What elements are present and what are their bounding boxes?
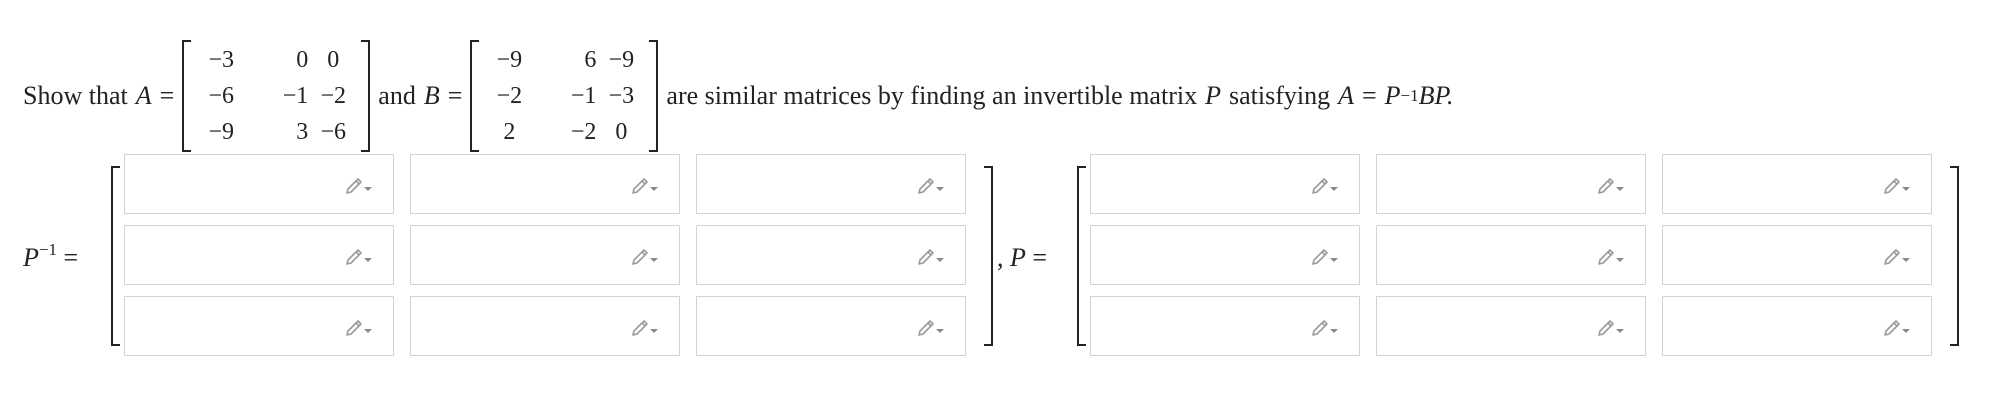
p-equals: = [1032, 243, 1048, 272]
pinv-exponent: −1 [38, 240, 57, 259]
pencil-edit-icon[interactable] [1597, 245, 1627, 265]
p-input-r2c3[interactable] [1662, 225, 1932, 285]
p-input-r1c1[interactable] [1090, 154, 1360, 214]
pinv-input-r2c2[interactable] [410, 225, 680, 285]
pencil-edit-icon[interactable] [1597, 174, 1627, 194]
matrix-a-label: A [135, 81, 152, 110]
pinv-input-r3c2[interactable] [410, 296, 680, 356]
equation-bp: BP. [1418, 81, 1454, 110]
pencil-edit-icon[interactable] [1311, 316, 1341, 336]
matrix-b-label: B [423, 81, 440, 110]
pencil-edit-icon[interactable] [917, 174, 947, 194]
pencil-edit-icon[interactable] [345, 316, 375, 336]
pencil-edit-icon[interactable] [1311, 245, 1341, 265]
pinv-label: P−1 = [23, 240, 78, 276]
matrix-b-right-bracket [649, 40, 659, 152]
p-input-r1c3[interactable] [1662, 154, 1932, 214]
pencil-edit-icon[interactable] [345, 174, 375, 194]
pinv-input-r2c1[interactable] [124, 225, 394, 285]
matrix-a-cell: −6 [208, 82, 235, 109]
pinv-right-bracket [984, 166, 993, 346]
statement-rest: are similar matrices by finding an inver… [666, 81, 1198, 110]
pencil-edit-icon[interactable] [1597, 316, 1627, 336]
p-label: , P = [997, 240, 1047, 276]
pinv-input-r1c3[interactable] [696, 154, 966, 214]
pinv-equals: = [63, 243, 79, 272]
pencil-edit-icon[interactable] [631, 316, 661, 336]
matrix-a-cell: −3 [208, 46, 235, 73]
pinv-input-r3c1[interactable] [124, 296, 394, 356]
pencil-edit-icon[interactable] [1883, 174, 1913, 194]
equation-p: P [1384, 81, 1401, 110]
matrix-a: −3 0 0 −6 −1 −2 −9 3 −6 [182, 40, 371, 152]
pencil-edit-icon[interactable] [917, 316, 947, 336]
pencil-edit-icon[interactable] [1311, 174, 1341, 194]
p-input-r2c1[interactable] [1090, 225, 1360, 285]
matrix-a-cell: 0 [296, 46, 309, 73]
matrix-p-label: P [1205, 81, 1221, 110]
pencil-edit-icon[interactable] [1883, 245, 1913, 265]
p-input-r1c2[interactable] [1376, 154, 1646, 214]
statement-show-that: Show that [23, 81, 128, 110]
matrix-b-cell: −9 [496, 46, 523, 73]
p-matrix-inputs [1090, 154, 1932, 356]
pinv-symbol: P [23, 243, 39, 272]
matrix-b-equals: = [447, 81, 463, 110]
pinv-left-bracket [111, 166, 120, 346]
matrix-b-cell: −3 [608, 82, 635, 109]
equation-a: A [1338, 81, 1354, 110]
statement-and: and [378, 81, 416, 110]
matrix-a-cell: −1 [282, 82, 309, 109]
matrix-b-cell: −1 [570, 82, 597, 109]
p-left-bracket [1077, 166, 1086, 346]
pencil-edit-icon[interactable] [1883, 316, 1913, 336]
matrix-b-cell: −2 [570, 118, 597, 145]
p-input-r3c2[interactable] [1376, 296, 1646, 356]
pinv-input-r1c2[interactable] [410, 154, 680, 214]
p-input-r3c3[interactable] [1662, 296, 1932, 356]
pinv-input-r3c3[interactable] [696, 296, 966, 356]
matrix-b-cell: −9 [608, 46, 635, 73]
matrix-b-cell: 2 [503, 118, 516, 145]
matrix-a-cell: 3 [296, 118, 309, 145]
p-right-bracket [1950, 166, 1959, 346]
pinv-matrix-inputs [124, 154, 966, 356]
matrix-a-cell: −6 [320, 118, 347, 145]
p-input-r3c1[interactable] [1090, 296, 1360, 356]
p-input-r2c2[interactable] [1376, 225, 1646, 285]
pinv-input-r1c1[interactable] [124, 154, 394, 214]
matrix-b-left-bracket [470, 40, 480, 152]
separator-comma: , [997, 243, 1004, 272]
matrix-a-cell: 0 [327, 46, 340, 73]
matrix-b-cell: 6 [584, 46, 597, 73]
statement-satisfying: satisfying [1228, 81, 1331, 110]
matrix-a-left-bracket [182, 40, 192, 152]
pencil-edit-icon[interactable] [917, 245, 947, 265]
matrix-a-cell: −2 [320, 82, 347, 109]
p-symbol: P [1010, 243, 1026, 272]
matrix-a-equals: = [159, 81, 175, 110]
matrix-b-cell: −2 [496, 82, 523, 109]
pencil-edit-icon[interactable] [631, 245, 661, 265]
pinv-input-r2c3[interactable] [696, 225, 966, 285]
matrix-a-cell: −9 [208, 118, 235, 145]
pencil-edit-icon[interactable] [631, 174, 661, 194]
matrix-b: −9 6 −9 −2 −1 −3 2 −2 0 [470, 40, 659, 152]
equation-equals: = [1361, 81, 1377, 110]
problem-statement: Show that A = −3 0 0 −6 −1 −2 −9 3 −6 an… [23, 40, 1454, 152]
pencil-edit-icon[interactable] [345, 245, 375, 265]
matrix-b-cell: 0 [615, 118, 628, 145]
matrix-a-right-bracket [361, 40, 371, 152]
